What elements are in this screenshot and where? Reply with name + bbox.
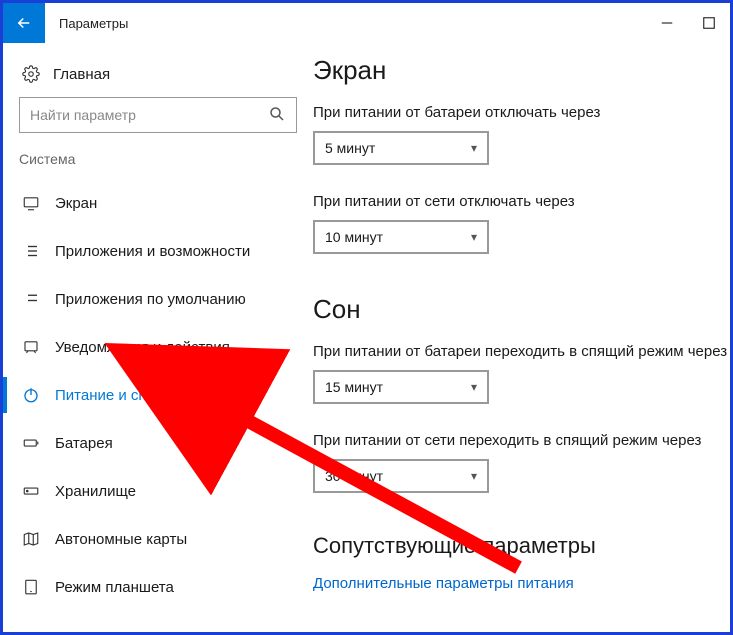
sidebar: Главная Найти параметр Система Экран При… [3, 43, 313, 632]
sidebar-item-label: Уведомления и действия [55, 339, 230, 356]
arrow-left-icon [15, 14, 33, 32]
category-title: Система [3, 147, 313, 179]
dropdown-battery-sleep[interactable]: 15 минут ▾ [313, 370, 489, 404]
sidebar-item-default-apps[interactable]: Приложения по умолчанию [3, 275, 313, 323]
dropdown-battery-off[interactable]: 5 минут ▾ [313, 131, 489, 165]
label-battery-sleep: При питании от батареи переходить в спящ… [313, 343, 730, 360]
section-title-screen: Экран [313, 55, 730, 86]
sidebar-item-label: Экран [55, 195, 97, 212]
sidebar-item-label: Батарея [55, 435, 113, 452]
related-title: Сопутствующие параметры [313, 533, 730, 559]
battery-icon [19, 434, 43, 452]
main-pane: Экран При питании от батареи отключать ч… [313, 43, 730, 632]
sidebar-item-apps-features[interactable]: Приложения и возможности [3, 227, 313, 275]
sidebar-item-notifications[interactable]: Уведомления и действия [3, 323, 313, 371]
sidebar-item-label: Питание и спящий режим [55, 387, 233, 404]
dropdown-ac-off[interactable]: 10 минут ▾ [313, 220, 489, 254]
nav-list: Экран Приложения и возможности Приложени… [3, 179, 313, 611]
monitor-icon [19, 194, 43, 212]
label-ac-sleep: При питании от сети переходить в спящий … [313, 432, 730, 449]
window-controls [646, 3, 730, 43]
sidebar-item-label: Режим планшета [55, 579, 174, 596]
section-title-sleep: Сон [313, 294, 730, 325]
storage-icon [19, 482, 43, 500]
minimize-icon [658, 14, 676, 32]
power-icon [19, 386, 43, 404]
dropdown-ac-sleep[interactable]: 30 минут ▾ [313, 459, 489, 493]
chevron-down-icon: ▾ [471, 230, 477, 244]
sidebar-item-label: Приложения по умолчанию [55, 291, 246, 308]
notification-icon [19, 338, 43, 356]
defaults-icon [19, 290, 43, 308]
sidebar-item-power-sleep[interactable]: Питание и спящий режим [3, 371, 313, 419]
dropdown-value: 15 минут [325, 379, 383, 395]
home-label: Главная [53, 66, 110, 83]
sidebar-item-battery[interactable]: Батарея [3, 419, 313, 467]
sidebar-item-label: Автономные карты [55, 531, 187, 548]
sidebar-item-storage[interactable]: Хранилище [3, 467, 313, 515]
window-title: Параметры [59, 16, 128, 31]
dropdown-value: 30 минут [325, 468, 383, 484]
dropdown-value: 10 минут [325, 229, 383, 245]
maximize-icon [700, 14, 718, 32]
label-ac-off: При питании от сети отключать через [313, 193, 730, 210]
sidebar-item-display[interactable]: Экран [3, 179, 313, 227]
dropdown-value: 5 минут [325, 140, 375, 156]
search-icon [268, 105, 286, 126]
additional-power-link[interactable]: Дополнительные параметры питания [313, 575, 730, 592]
gear-icon [19, 65, 43, 83]
search-input[interactable]: Найти параметр [19, 97, 297, 133]
sidebar-item-tablet-mode[interactable]: Режим планшета [3, 563, 313, 611]
list-icon [19, 242, 43, 260]
sidebar-item-offline-maps[interactable]: Автономные карты [3, 515, 313, 563]
search-placeholder: Найти параметр [30, 107, 136, 123]
chevron-down-icon: ▾ [471, 380, 477, 394]
maximize-button[interactable] [688, 14, 730, 32]
sidebar-item-label: Приложения и возможности [55, 243, 250, 260]
tablet-icon [19, 578, 43, 596]
back-button[interactable] [3, 3, 45, 43]
sidebar-item-label: Хранилище [55, 483, 136, 500]
label-battery-off: При питании от батареи отключать через [313, 104, 730, 121]
map-icon [19, 530, 43, 548]
title-bar: Параметры [3, 3, 730, 43]
chevron-down-icon: ▾ [471, 141, 477, 155]
minimize-button[interactable] [646, 14, 688, 32]
home-row[interactable]: Главная [3, 59, 313, 97]
chevron-down-icon: ▾ [471, 469, 477, 483]
